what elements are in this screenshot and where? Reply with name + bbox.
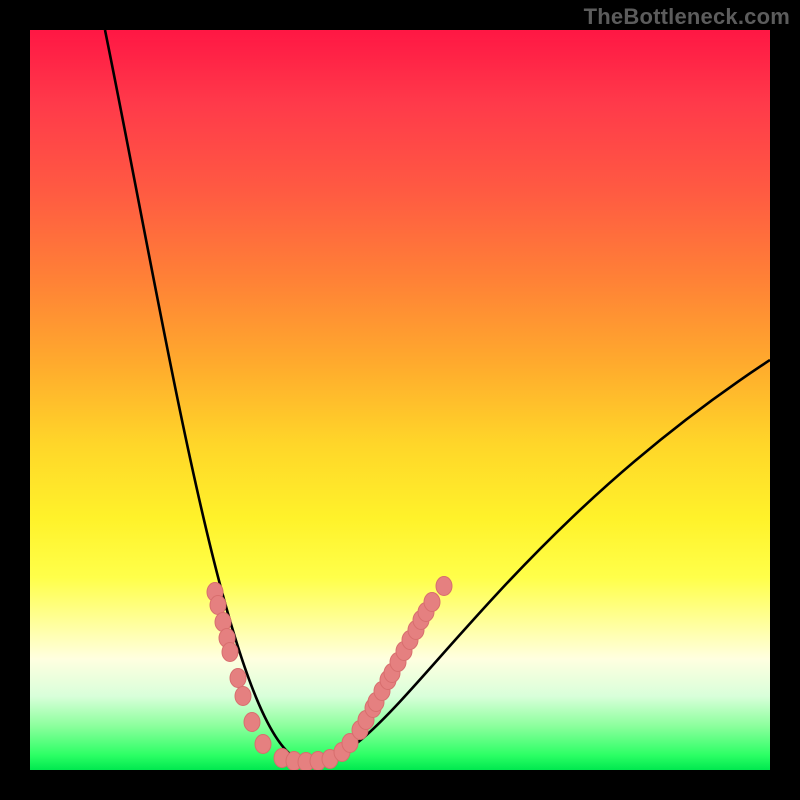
data-marker <box>230 669 246 688</box>
data-marker <box>274 749 290 768</box>
data-marker <box>322 750 338 769</box>
data-marker <box>222 643 238 662</box>
chart-svg <box>30 30 770 770</box>
data-marker <box>219 629 235 648</box>
bottleneck-curve <box>105 30 770 762</box>
data-marker <box>255 735 271 754</box>
data-marker <box>380 671 396 690</box>
data-marker <box>368 693 384 712</box>
marker-layer <box>207 577 452 771</box>
data-marker <box>374 682 390 701</box>
data-marker <box>235 687 251 706</box>
data-marker <box>342 734 358 753</box>
data-marker <box>298 753 314 771</box>
data-marker <box>402 631 418 650</box>
data-marker <box>310 752 326 771</box>
data-marker <box>207 583 223 602</box>
data-marker <box>418 603 434 622</box>
chart-frame: TheBottleneck.com <box>0 0 800 800</box>
data-marker <box>286 752 302 771</box>
data-marker <box>210 596 226 615</box>
data-marker <box>244 713 260 732</box>
data-marker <box>358 711 374 730</box>
data-marker <box>413 611 429 630</box>
data-marker <box>334 743 350 762</box>
data-marker <box>390 653 406 672</box>
data-marker <box>408 621 424 640</box>
data-marker <box>424 593 440 612</box>
data-marker <box>215 613 231 632</box>
data-marker <box>396 642 412 661</box>
data-marker <box>352 721 368 740</box>
watermark-text: TheBottleneck.com <box>584 4 790 30</box>
plot-area <box>30 30 770 770</box>
data-marker <box>436 577 452 596</box>
data-marker <box>384 664 400 683</box>
data-marker <box>365 699 381 718</box>
